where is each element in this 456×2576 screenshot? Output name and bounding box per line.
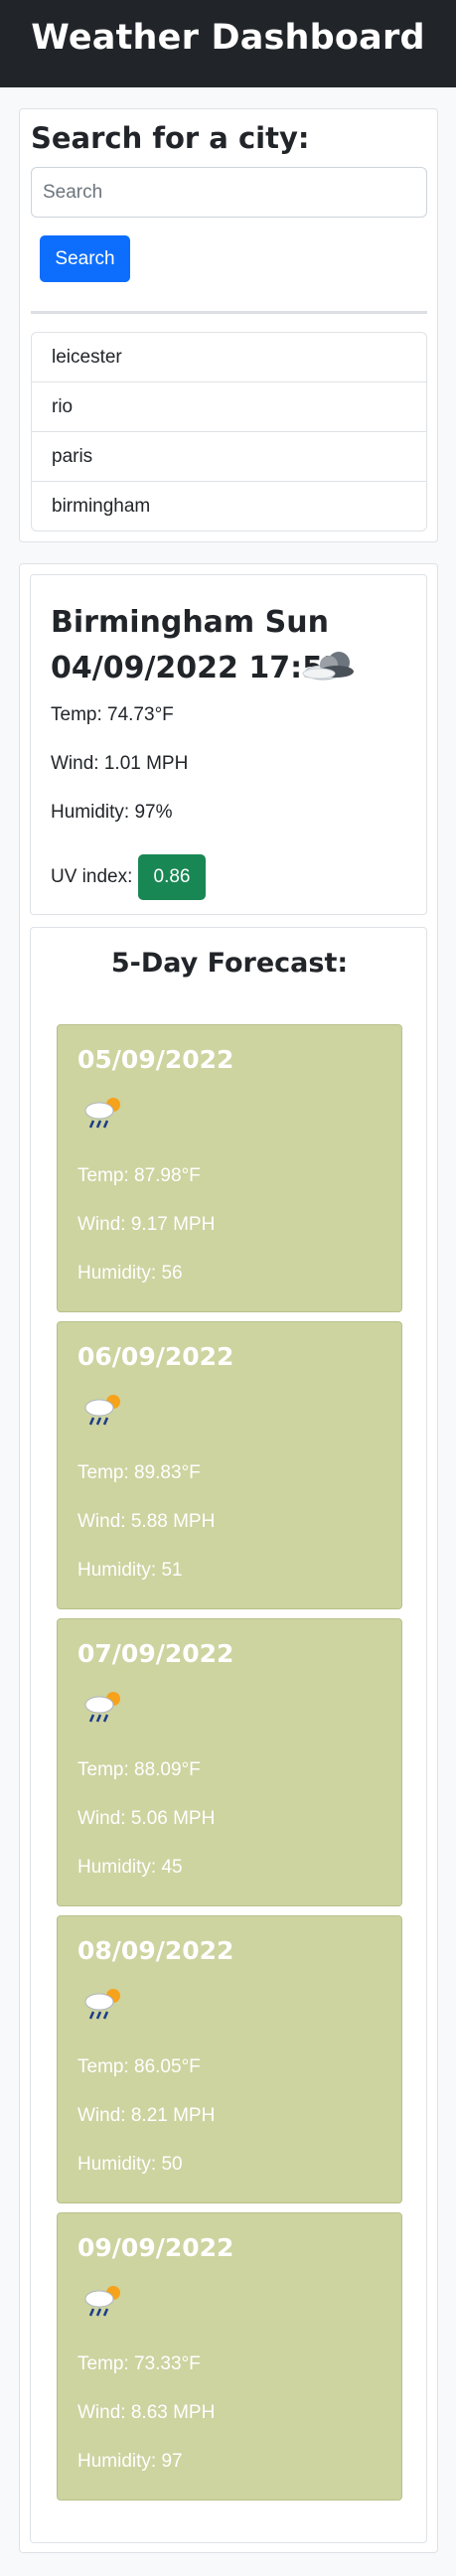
rain-sun-icon xyxy=(84,1692,120,1723)
forecast-day-card: 06/09/2022 Temp: 89.83°F Wind: 5.88 MPH … xyxy=(57,1321,402,1609)
forecast-humidity: Humidity: 45 xyxy=(77,1857,183,1878)
forecast-humidity: Humidity: 50 xyxy=(77,2154,183,2175)
forecast-temp: Temp: 88.09°F xyxy=(77,1759,201,1780)
current-humidity: Humidity: 97% xyxy=(51,802,173,823)
forecast-date: 05/09/2022 xyxy=(77,1045,234,1074)
current-city-name: Birmingham Sun xyxy=(51,605,329,640)
uv-index-badge: 0.86 xyxy=(138,854,206,900)
forecast-date: 06/09/2022 xyxy=(77,1342,234,1371)
rain-sun-icon xyxy=(84,2286,120,2317)
history-item-paris[interactable]: paris xyxy=(32,431,426,481)
forecast-date: 08/09/2022 xyxy=(77,1936,234,1965)
forecast-temp: Temp: 89.83°F xyxy=(77,1462,201,1483)
app-title: Weather Dashboard xyxy=(31,18,425,58)
forecast-temp: Temp: 87.98°F xyxy=(77,1165,201,1186)
search-panel: Search for a city: Search leicester rio … xyxy=(19,108,438,542)
history-item-rio[interactable]: rio xyxy=(32,381,426,431)
uv-label: UV index: xyxy=(51,866,133,887)
app-header: Weather Dashboard xyxy=(0,0,456,87)
rain-sun-icon xyxy=(84,1989,120,2020)
forecast-humidity: Humidity: 56 xyxy=(77,1263,183,1284)
forecast-wind: Wind: 5.06 MPH xyxy=(77,1808,216,1829)
history-item-birmingham[interactable]: birmingham xyxy=(32,481,426,530)
rain-sun-icon xyxy=(84,1098,120,1129)
weather-panel: Birmingham Sun 04/09/2022 17:55 Temp: 74… xyxy=(19,563,438,2553)
forecast-day-card: 09/09/2022 Temp: 73.33°F Wind: 8.63 MPH … xyxy=(57,2212,402,2500)
forecast-humidity: Humidity: 51 xyxy=(77,1560,183,1581)
divider xyxy=(31,311,427,314)
search-input[interactable] xyxy=(31,167,427,218)
forecast-humidity: Humidity: 97 xyxy=(77,2451,183,2472)
current-temp: Temp: 74.73°F xyxy=(51,704,174,725)
forecast-temp: Temp: 86.05°F xyxy=(77,2056,201,2077)
cloud-icon xyxy=(302,652,354,681)
search-heading: Search for a city: xyxy=(31,121,310,155)
forecast-day-card: 07/09/2022 Temp: 88.09°F Wind: 5.06 MPH … xyxy=(57,1618,402,1906)
forecast-date: 07/09/2022 xyxy=(77,1639,234,1668)
forecast-wind: Wind: 8.63 MPH xyxy=(77,2402,216,2423)
forecast-wind: Wind: 9.17 MPH xyxy=(77,1214,216,1235)
search-history-list: leicester rio paris birmingham xyxy=(31,332,427,531)
forecast-title: 5-Day Forecast: xyxy=(110,948,349,979)
forecast-day-card: 08/09/2022 Temp: 86.05°F Wind: 8.21 MPH … xyxy=(57,1915,402,2203)
forecast-wind: Wind: 5.88 MPH xyxy=(77,1511,216,1532)
forecast-temp: Temp: 73.33°F xyxy=(77,2353,201,2374)
rain-sun-icon xyxy=(84,1395,120,1426)
forecast-day-card: 05/09/2022 Temp: 87.98°F Wind: 9.17 MPH … xyxy=(57,1024,402,1312)
search-button[interactable]: Search xyxy=(40,235,130,282)
forecast-date: 09/09/2022 xyxy=(77,2233,234,2262)
current-weather-card: Birmingham Sun 04/09/2022 17:55 Temp: 74… xyxy=(30,574,427,915)
forecast-wind: Wind: 8.21 MPH xyxy=(77,2105,216,2126)
current-wind: Wind: 1.01 MPH xyxy=(51,753,189,774)
forecast-card: 5-Day Forecast: 05/09/2022 Temp: 87.98°F… xyxy=(30,927,427,2543)
history-item-leicester[interactable]: leicester xyxy=(32,333,426,381)
